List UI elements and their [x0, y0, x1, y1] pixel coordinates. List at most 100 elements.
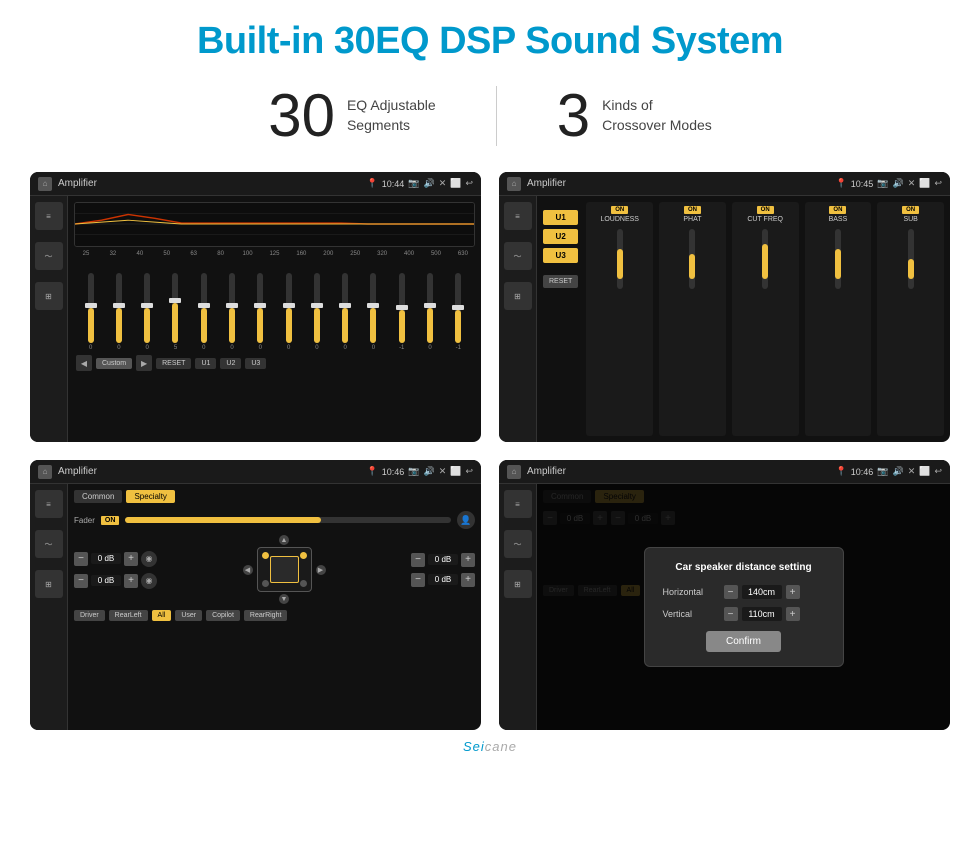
nav-right[interactable]: ▶ — [316, 565, 326, 575]
dialog-plus-horizontal[interactable]: + — [786, 585, 800, 599]
db-plus-fl[interactable]: + — [124, 552, 138, 566]
eq-slider-14[interactable]: -1 — [446, 273, 471, 351]
eq-label-200: 200 — [318, 251, 338, 257]
eq-slider-12[interactable]: -1 — [389, 273, 414, 351]
tab-common[interactable]: Common — [74, 490, 122, 503]
db-minus-rl[interactable]: − — [74, 574, 88, 588]
header-icons-3: 📍 10:46 📷 🔊 ✕ ⬜ ↩ — [367, 466, 474, 477]
module-sub-on[interactable]: ON — [902, 206, 919, 214]
home-icon-4[interactable]: ⌂ — [507, 465, 521, 479]
speaker-vol-btn[interactable]: ⊞ — [35, 570, 63, 598]
fader-on-badge[interactable]: ON — [101, 516, 120, 525]
home-icon-2[interactable]: ⌂ — [507, 177, 521, 191]
db-plus-rl[interactable]: + — [124, 574, 138, 588]
fader-label: Fader — [74, 516, 95, 525]
nav-up[interactable]: ▲ — [279, 535, 289, 545]
eq-next-btn[interactable]: ▶ — [136, 355, 152, 371]
module-loudness-on[interactable]: ON — [611, 206, 628, 214]
eq-slider-1[interactable]: 0 — [78, 273, 103, 351]
eq-wave-btn[interactable]: 〜 — [35, 242, 63, 270]
nav-left[interactable]: ◀ — [243, 565, 253, 575]
eq-slider-4[interactable]: 5 — [163, 273, 188, 351]
module-cutfreq-slider[interactable] — [762, 229, 768, 289]
crossover-wave-btn[interactable]: 〜 — [504, 242, 532, 270]
crossover-preset-u1[interactable]: U1 — [543, 210, 578, 225]
eq-preset-u3[interactable]: U3 — [245, 358, 266, 369]
module-loudness-slider[interactable] — [617, 229, 623, 289]
fader-bar[interactable] — [125, 517, 451, 523]
stat-eq-number: 30 — [268, 81, 335, 150]
eq-slider-6[interactable]: 0 — [219, 273, 244, 351]
dialog-minus-horizontal[interactable]: − — [724, 585, 738, 599]
btn-rear-left[interactable]: RearLeft — [109, 610, 148, 621]
speaker-settings-btn[interactable]: ≡ — [35, 490, 63, 518]
volume-icon-3: 🔊 — [423, 466, 434, 477]
eq-slider-8[interactable]: 0 — [276, 273, 301, 351]
dialog-wave-btn[interactable]: 〜 — [504, 530, 532, 558]
module-sub-slider[interactable] — [908, 229, 914, 289]
module-phat-slider[interactable] — [689, 229, 695, 289]
btn-all[interactable]: All — [152, 610, 172, 621]
module-bass-on[interactable]: ON — [829, 206, 846, 214]
crossover-preset-u3[interactable]: U3 — [543, 248, 578, 263]
crossover-settings-btn[interactable]: ≡ — [504, 202, 532, 230]
eq-prev-btn[interactable]: ◀ — [76, 355, 92, 371]
eq-settings-btn[interactable]: ≡ — [35, 202, 63, 230]
eq-label-32: 32 — [103, 251, 123, 257]
home-icon-3[interactable]: ⌂ — [38, 465, 52, 479]
module-phat-on[interactable]: ON — [684, 206, 701, 214]
eq-slider-13[interactable]: 0 — [417, 273, 442, 351]
avatar-icon[interactable]: 👤 — [457, 511, 475, 529]
eq-slider-3[interactable]: 0 — [135, 273, 160, 351]
crossover-vol-btn[interactable]: ⊞ — [504, 282, 532, 310]
dialog-plus-vertical[interactable]: + — [786, 607, 800, 621]
eq-preset-reset[interactable]: RESET — [156, 358, 191, 369]
db-plus-fr[interactable]: + — [461, 553, 475, 567]
eq-slider-9[interactable]: 0 — [304, 273, 329, 351]
eq-label-250: 250 — [345, 251, 365, 257]
dialog-settings-btn[interactable]: ≡ — [504, 490, 532, 518]
db-minus-rr[interactable]: − — [411, 573, 425, 587]
dialog-vol-btn[interactable]: ⊞ — [504, 570, 532, 598]
db-minus-fl[interactable]: − — [74, 552, 88, 566]
crossover-preset-u2[interactable]: U2 — [543, 229, 578, 244]
header-icons-4: 📍 10:46 📷 🔊 ✕ ⬜ ↩ — [836, 466, 943, 477]
nav-down[interactable]: ▼ — [279, 594, 289, 604]
eq-preset-u1[interactable]: U1 — [195, 358, 216, 369]
crossover-reset-btn[interactable]: RESET — [543, 275, 578, 288]
tab-specialty[interactable]: Specialty — [126, 490, 174, 503]
module-phat: ON PHAT — [659, 202, 726, 436]
speaker-dot-tr — [300, 552, 307, 559]
home-icon[interactable]: ⌂ — [38, 177, 52, 191]
eq-slider-2[interactable]: 0 — [106, 273, 131, 351]
dialog-minus-vertical[interactable]: − — [724, 607, 738, 621]
db-plus-rr[interactable]: + — [461, 573, 475, 587]
btn-user[interactable]: User — [175, 610, 202, 621]
btn-rear-right[interactable]: RearRight — [244, 610, 288, 621]
screen-dialog-header: ⌂ Amplifier 📍 10:46 📷 🔊 ✕ ⬜ ↩ — [499, 460, 950, 484]
eq-vol-btn[interactable]: ⊞ — [35, 282, 63, 310]
eq-slider-5[interactable]: 0 — [191, 273, 216, 351]
stat-crossover-text: Kinds of Crossover Modes — [602, 96, 712, 135]
db-minus-fr[interactable]: − — [411, 553, 425, 567]
eq-slider-11[interactable]: 0 — [361, 273, 386, 351]
btn-copilot[interactable]: Copilot — [206, 610, 240, 621]
btn-driver[interactable]: Driver — [74, 610, 105, 621]
header-icons: 📍 10:44 📷 🔊 ✕ ⬜ ↩ — [367, 178, 474, 189]
screen-eq-sidebar: ≡ 〜 ⊞ — [30, 196, 68, 442]
eq-preset-custom[interactable]: Custom — [96, 358, 132, 369]
speaker-grid: − 0 dB + ◉ − 0 dB + ◉ — [74, 535, 475, 604]
confirm-button[interactable]: Confirm — [706, 631, 781, 652]
pin-icon-3: 📍 — [367, 466, 378, 477]
screen-speaker-sidebar: ≡ 〜 ⊞ — [30, 484, 68, 730]
close-icon-3: ✕ — [439, 466, 447, 477]
module-bass-slider[interactable] — [835, 229, 841, 289]
eq-slider-7[interactable]: 0 — [248, 273, 273, 351]
module-cutfreq-on[interactable]: ON — [757, 206, 774, 214]
screen-eq-header: ⌂ Amplifier 📍 10:44 📷 🔊 ✕ ⬜ ↩ — [30, 172, 481, 196]
speaker-wave-btn[interactable]: 〜 — [35, 530, 63, 558]
eq-slider-10[interactable]: 0 — [333, 273, 358, 351]
window-icon-4: ⬜ — [919, 466, 930, 477]
eq-label-40: 40 — [130, 251, 150, 257]
eq-preset-u2[interactable]: U2 — [220, 358, 241, 369]
